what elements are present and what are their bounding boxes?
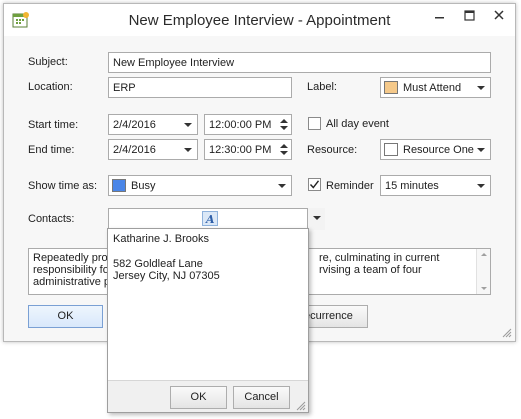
- svg-text:A: A: [205, 213, 215, 226]
- description-line-2-end: rvising a team of four: [319, 264, 422, 276]
- title-bar: New Employee Interview - Appointment: [4, 4, 515, 36]
- label-dropdown[interactable]: Must Attend: [380, 77, 491, 98]
- reminder-label: Reminder: [326, 180, 374, 192]
- resize-grip-icon[interactable]: [500, 326, 512, 338]
- chevron-down-icon: [184, 123, 192, 127]
- start-time-spinner[interactable]: 12:00:00 PM: [204, 114, 292, 135]
- show-time-value: Busy: [131, 180, 156, 192]
- description-text-right: re, culminating in current rvising a tea…: [319, 252, 439, 276]
- minimize-button[interactable]: [424, 5, 454, 27]
- chevron-down-icon: [278, 184, 286, 188]
- description-line-1: Repeatedly prom: [33, 252, 117, 264]
- close-button[interactable]: [484, 5, 514, 27]
- chevron-down-icon: [477, 184, 485, 188]
- all-day-checkbox[interactable]: [308, 117, 321, 130]
- contacts-input[interactable]: A: [108, 208, 325, 230]
- contact-address-line-2: Jersey City, NJ 07305: [113, 270, 220, 282]
- chevron-down-icon: [477, 86, 485, 90]
- reminder-checkbox[interactable]: [308, 178, 321, 191]
- contacts-label: Contacts:: [28, 213, 75, 225]
- popup-ok-button[interactable]: OK: [170, 386, 227, 409]
- end-date-picker[interactable]: 2/4/2016: [108, 139, 198, 160]
- reminder-value: 15 minutes: [385, 180, 439, 192]
- show-time-as-dropdown[interactable]: Busy: [108, 175, 292, 196]
- start-date-picker[interactable]: 2/4/2016: [108, 114, 198, 135]
- maximize-button[interactable]: [454, 5, 484, 27]
- resource-color-swatch: [384, 143, 398, 156]
- chevron-down-icon: [313, 216, 321, 220]
- popup-cancel-button[interactable]: Cancel: [233, 386, 290, 409]
- start-time-value: 12:00:00 PM: [209, 119, 272, 131]
- contact-address-line-1: 582 Goldleaf Lane: [113, 258, 203, 270]
- description-scrollbar[interactable]: [476, 249, 490, 294]
- show-time-as-label: Show time as:: [28, 180, 98, 192]
- resource-label: Resource:: [307, 144, 358, 156]
- chevron-down-icon: [477, 148, 485, 152]
- description-line-3: administrative p: [33, 276, 111, 288]
- end-date-value: 2/4/2016: [113, 144, 156, 156]
- description-text-left: Repeatedly prom responsibility fo admini…: [33, 252, 117, 288]
- reminder-dropdown[interactable]: 15 minutes: [380, 175, 491, 196]
- start-time-label: Start time:: [28, 119, 79, 131]
- resize-grip-icon[interactable]: [294, 399, 306, 411]
- contacts-dropdown-button[interactable]: [307, 208, 325, 230]
- spinner-arrows-icon[interactable]: [279, 142, 289, 157]
- end-time-label: End time:: [28, 144, 75, 156]
- ok-button[interactable]: OK: [28, 305, 103, 328]
- spinner-arrows-icon[interactable]: [279, 117, 289, 132]
- description-line-1-end: re, culminating in current: [319, 252, 440, 264]
- location-label: Location:: [28, 81, 73, 93]
- description-line-2: responsibility fo: [33, 264, 109, 276]
- subject-label: Subject:: [28, 56, 68, 68]
- location-value: ERP: [113, 82, 136, 94]
- start-date-value: 2/4/2016: [113, 119, 156, 131]
- label-label: Label:: [307, 81, 337, 93]
- resource-dropdown[interactable]: Resource One: [380, 139, 491, 160]
- contact-name: Katharine J. Brooks: [113, 233, 209, 245]
- location-input[interactable]: ERP: [108, 77, 292, 98]
- subject-input[interactable]: New Employee Interview: [108, 52, 491, 73]
- checkmark-icon: [309, 180, 320, 189]
- font-style-icon: A: [202, 211, 218, 226]
- subject-value: New Employee Interview: [113, 57, 235, 69]
- end-time-spinner[interactable]: 12:30:00 PM: [204, 139, 292, 160]
- show-time-color-swatch: [112, 179, 126, 192]
- chevron-down-icon: [184, 148, 192, 152]
- popup-footer: OK Cancel: [108, 380, 308, 412]
- label-color-swatch: [384, 81, 398, 94]
- resource-value: Resource One: [403, 144, 474, 156]
- all-day-label: All day event: [326, 118, 389, 130]
- label-value: Must Attend: [403, 82, 462, 94]
- contact-popup: Katharine J. Brooks 582 Goldleaf Lane Je…: [107, 228, 309, 413]
- end-time-value: 12:30:00 PM: [209, 144, 272, 156]
